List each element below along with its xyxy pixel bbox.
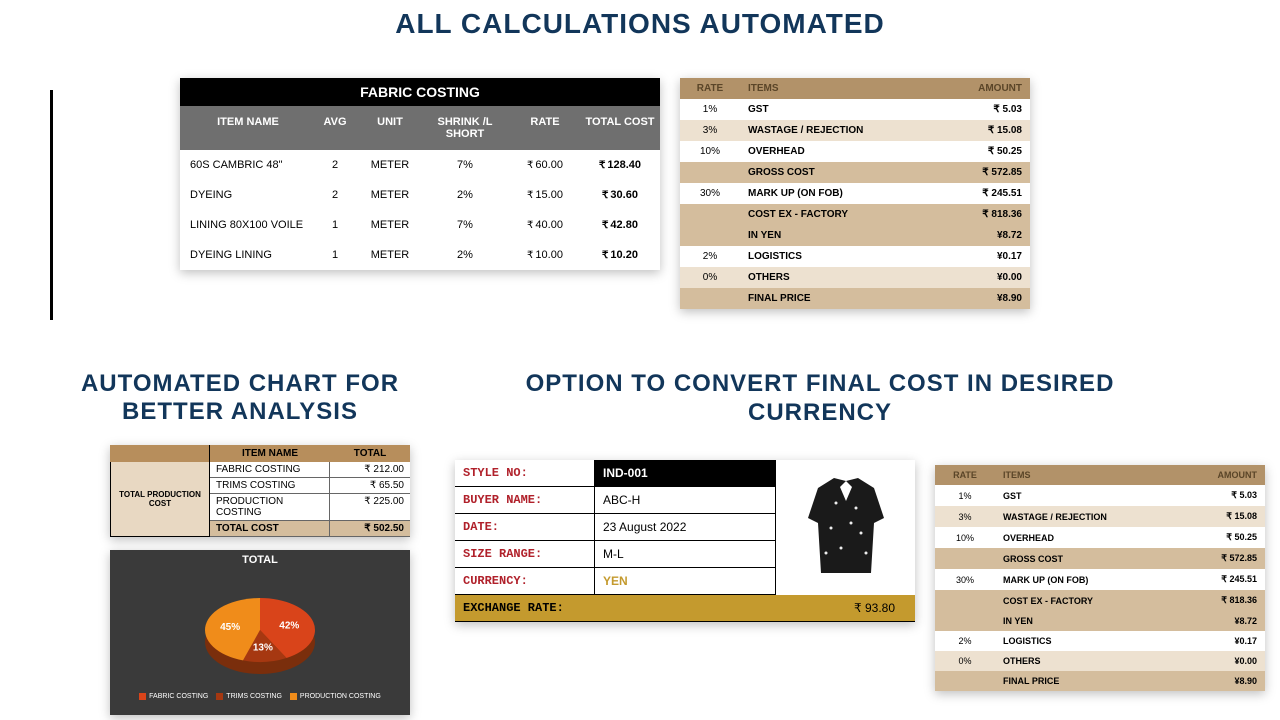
col-items: ITEMS	[995, 465, 1185, 485]
value-exchange: ₹ 93.80	[595, 595, 915, 621]
value-size: M-L	[595, 541, 775, 567]
label-style-no: STYLE NO:	[455, 460, 595, 486]
cost-breakdown-table-1: RATE ITEMS AMOUNT 1%GST₹ 5.033%WASTAGE /…	[680, 78, 1030, 309]
table-row: 60S CAMBRIC 48"2METER7%₹60.00₹128.40	[180, 150, 660, 180]
style-info-card: STYLE NO: IND-001 BUYER NAME: ABC-H DATE…	[455, 460, 915, 622]
legend-item: TRIMS COSTING	[216, 693, 282, 700]
col-avg: AVG	[310, 106, 360, 150]
table-row: IN YEN¥8.72	[680, 225, 1030, 246]
col-shrink: SHRINK /L SHORT	[420, 106, 510, 150]
cost-breakdown-table-2: RATE ITEMS AMOUNT 1%GST₹ 5.033%WASTAGE /…	[935, 465, 1265, 691]
table-row: 10%OVERHEAD₹ 50.25	[680, 141, 1030, 162]
headline-chart: AUTOMATED CHART FOR BETTER ANALYSIS	[60, 370, 420, 425]
col-total: TOTAL	[330, 445, 410, 462]
table-row: IN YEN¥8.72	[935, 611, 1265, 631]
col-total: TOTAL COST	[580, 106, 660, 150]
table-row: 3%WASTAGE / REJECTION₹ 15.08	[935, 506, 1265, 527]
pie-chart-panel: TOTAL 42% 13% 45% FABRIC COSTING TRIMS COST…	[110, 550, 410, 715]
row-exchange: EXCHANGE RATE: ₹ 93.80	[455, 595, 915, 622]
table-row: 30%MARK UP (ON FOB)₹ 245.51	[680, 183, 1030, 204]
svg-text:13%: 13%	[253, 643, 273, 654]
total-row: TOTAL COST₹ 502.50	[210, 521, 410, 537]
value-buyer: ABC-H	[595, 487, 775, 513]
col-amount: AMOUNT	[1185, 465, 1265, 485]
table-row: 30%MARK UP (ON FOB)₹ 245.51	[935, 569, 1265, 590]
row-currency: CURRENCY: YEN	[455, 568, 775, 595]
prod-header-blank	[110, 445, 210, 462]
col-rate: RATE	[510, 106, 580, 150]
value-style-no: IND-001	[595, 460, 775, 486]
table-row: 0%OTHERS¥0.00	[935, 651, 1265, 671]
prod-label: TOTAL PRODUCTION COST	[110, 462, 210, 537]
ria-header: RATE ITEMS AMOUNT	[680, 78, 1030, 99]
pie-legend: FABRIC COSTING TRIMS COSTING PRODUCTION CO…	[110, 690, 410, 703]
row-style-no: STYLE NO: IND-001	[455, 460, 775, 487]
label-date: DATE:	[455, 514, 595, 540]
prod-header: ITEM NAME TOTAL	[110, 445, 410, 462]
label-exchange: EXCHANGE RATE:	[455, 595, 595, 621]
col-item-name: ITEM NAME	[180, 106, 310, 150]
table-row: LINING 80X100 VOILE1METER7%₹40.00₹42.80	[180, 210, 660, 240]
production-cost-table: ITEM NAME TOTAL TOTAL PRODUCTION COST FA…	[110, 445, 410, 537]
col-rate: RATE	[935, 465, 995, 485]
table-row: 10%OVERHEAD₹ 50.25	[935, 527, 1265, 548]
col-items: ITEMS	[740, 78, 950, 99]
legend-item: PRODUCTION COSTING	[290, 693, 381, 700]
headline-currency: OPTION TO CONVERT FINAL COST IN DESIRED …	[510, 370, 1130, 428]
legend-item: FABRIC COSTING	[139, 693, 208, 700]
product-image	[775, 460, 915, 595]
headline-main: ALL CALCULATIONS AUTOMATED	[340, 8, 940, 40]
col-unit: UNIT	[360, 106, 420, 150]
col-rate: RATE	[680, 78, 740, 99]
table-row: DYEING2METER2%₹15.00₹30.60	[180, 180, 660, 210]
label-currency: CURRENCY:	[455, 568, 595, 594]
svg-text:45%: 45%	[220, 622, 240, 633]
label-buyer: BUYER NAME:	[455, 487, 595, 513]
shirt-icon	[796, 473, 896, 583]
svg-text:42%: 42%	[279, 621, 299, 632]
ria-header: RATE ITEMS AMOUNT	[935, 465, 1265, 485]
table-row: TRIMS COSTING₹ 65.50	[210, 478, 410, 494]
pie-chart: 42% 13% 45%	[160, 570, 360, 690]
value-date: 23 August 2022	[595, 514, 775, 540]
table-row: 2%LOGISTICS¥0.17	[680, 246, 1030, 267]
table-row: FINAL PRICE¥8.90	[935, 671, 1265, 691]
label-size: SIZE RANGE:	[455, 541, 595, 567]
table-row: 1%GST₹ 5.03	[935, 485, 1265, 506]
table-row: 0%OTHERS¥0.00	[680, 267, 1030, 288]
table-row: DYEING LINING1METER2%₹10.00₹10.20	[180, 240, 660, 270]
row-size: SIZE RANGE: M-L	[455, 541, 775, 568]
table-row: FINAL PRICE¥8.90	[680, 288, 1030, 309]
table-row: GROSS COST₹ 572.85	[935, 548, 1265, 569]
table-row: PRODUCTION COSTING₹ 225.00	[210, 494, 410, 521]
table-row: 1%GST₹ 5.03	[680, 99, 1030, 120]
table-row: 2%LOGISTICS¥0.17	[935, 631, 1265, 651]
table-row: GROSS COST₹ 572.85	[680, 162, 1030, 183]
table-row: FABRIC COSTING₹ 212.00	[210, 462, 410, 478]
divider-line	[50, 90, 53, 320]
row-buyer: BUYER NAME: ABC-H	[455, 487, 775, 514]
fabric-title: FABRIC COSTING	[180, 78, 660, 106]
table-row: 3%WASTAGE / REJECTION₹ 15.08	[680, 120, 1030, 141]
row-date: DATE: 23 August 2022	[455, 514, 775, 541]
fabric-header: ITEM NAME AVG UNIT SHRINK /L SHORT RATE …	[180, 106, 660, 150]
table-row: COST EX - FACTORY₹ 818.36	[935, 590, 1265, 611]
fabric-costing-table: FABRIC COSTING ITEM NAME AVG UNIT SHRINK…	[180, 78, 660, 270]
value-currency: YEN	[595, 568, 775, 594]
table-row: COST EX - FACTORY₹ 818.36	[680, 204, 1030, 225]
col-amount: AMOUNT	[950, 78, 1030, 99]
col-item-name: ITEM NAME	[210, 445, 330, 462]
pie-title: TOTAL	[110, 550, 410, 570]
